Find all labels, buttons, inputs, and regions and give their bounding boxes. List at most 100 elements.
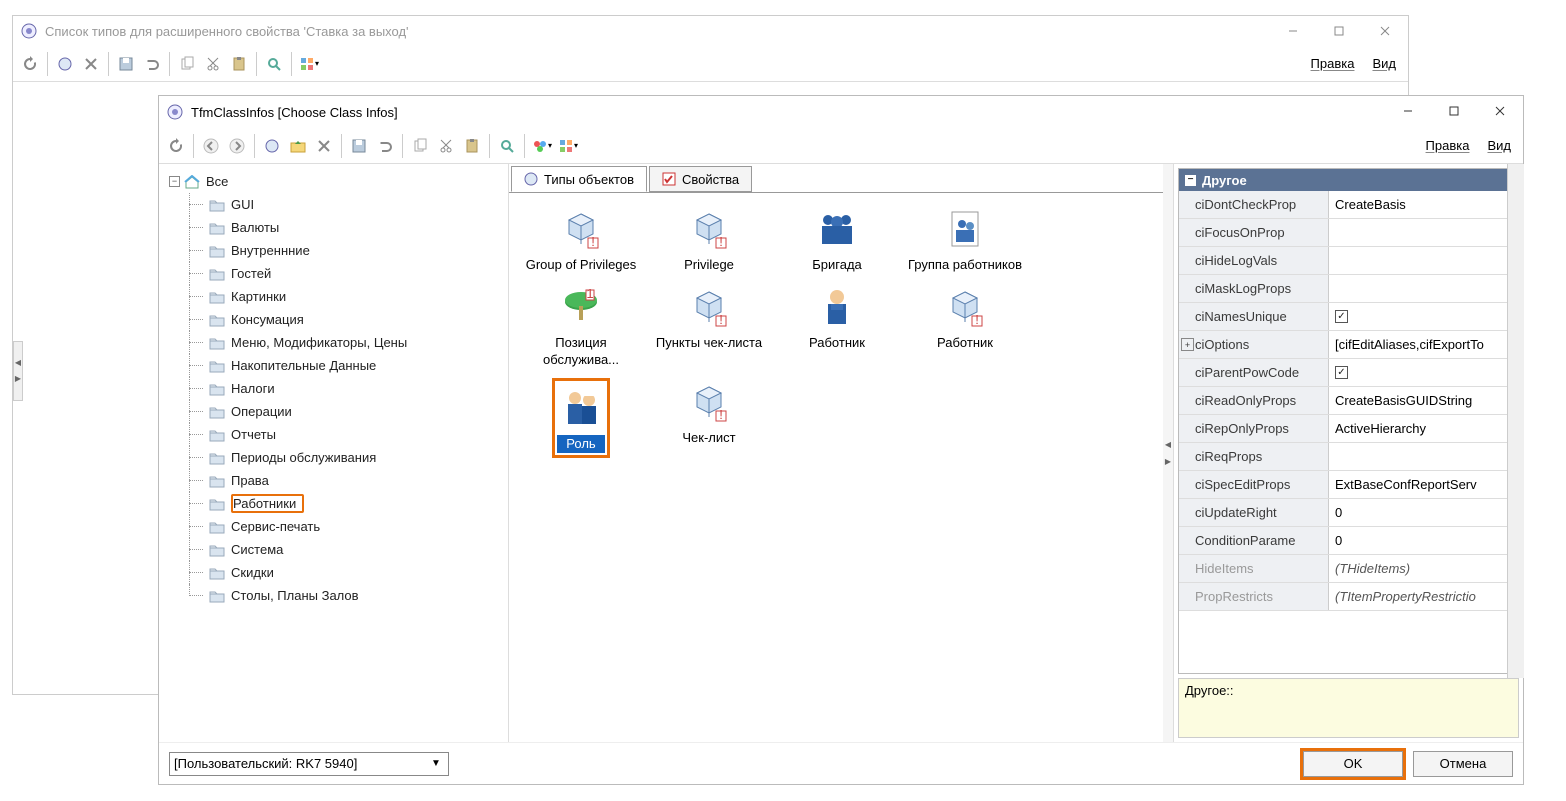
search-icon[interactable] bbox=[494, 133, 520, 159]
property-value[interactable]: CreateBasisGUIDString bbox=[1329, 387, 1518, 414]
paste-icon[interactable] bbox=[459, 133, 485, 159]
tree-item[interactable]: Консумация bbox=[181, 308, 504, 331]
menu-edit[interactable]: Правка bbox=[1311, 56, 1355, 71]
tree-item[interactable]: Сервис-печать bbox=[181, 515, 504, 538]
refresh-icon[interactable] bbox=[163, 133, 189, 159]
tree-root-row[interactable]: − Все bbox=[163, 170, 504, 193]
collapse-icon[interactable]: − bbox=[1185, 175, 1196, 186]
tree-item[interactable]: Валюты bbox=[181, 216, 504, 239]
tree-item[interactable]: Работники bbox=[181, 492, 504, 515]
property-row[interactable]: ciReqProps bbox=[1179, 443, 1518, 471]
vertical-splitter[interactable]: ◀▶ bbox=[1163, 164, 1173, 742]
property-row[interactable]: ciFocusOnProp bbox=[1179, 219, 1518, 247]
view-mode-icon[interactable]: ▾ bbox=[296, 51, 322, 77]
property-value[interactable]: 0 bbox=[1329, 499, 1518, 526]
property-row[interactable]: PropRestricts(TItemPropertyRestrictio bbox=[1179, 583, 1518, 611]
property-row[interactable]: ciUpdateRight0 bbox=[1179, 499, 1518, 527]
checkbox[interactable]: ✓ bbox=[1335, 366, 1348, 379]
object-item[interactable]: Работник bbox=[777, 283, 897, 368]
tab-object-types[interactable]: Типы объектов bbox=[511, 166, 647, 192]
paste-icon[interactable] bbox=[226, 51, 252, 77]
property-row[interactable]: ciSpecEditPropsExtBaseConfReportServ bbox=[1179, 471, 1518, 499]
tree-item[interactable]: Внутреннние bbox=[181, 239, 504, 262]
property-row[interactable]: ciMaskLogProps bbox=[1179, 275, 1518, 303]
delete-icon[interactable] bbox=[311, 133, 337, 159]
forward-icon[interactable] bbox=[224, 133, 250, 159]
prop-group-header[interactable]: − Другое bbox=[1179, 169, 1518, 191]
property-value[interactable] bbox=[1329, 247, 1518, 274]
undo-icon[interactable] bbox=[139, 51, 165, 77]
tree-item[interactable]: Система bbox=[181, 538, 504, 561]
tree-item[interactable]: Накопительные Данные bbox=[181, 354, 504, 377]
object-item[interactable]: !Чек-лист bbox=[649, 378, 769, 458]
property-row[interactable]: ciDontCheckPropCreateBasis bbox=[1179, 191, 1518, 219]
property-value[interactable]: 0 bbox=[1329, 527, 1518, 554]
tree-item[interactable]: Гостей bbox=[181, 262, 504, 285]
tree-item[interactable]: Налоги bbox=[181, 377, 504, 400]
property-value[interactable] bbox=[1329, 275, 1518, 302]
tree-item[interactable]: Отчеты bbox=[181, 423, 504, 446]
object-item[interactable]: Группа работников bbox=[905, 205, 1025, 273]
property-row[interactable]: ConditionParame0 bbox=[1179, 527, 1518, 555]
tree-item[interactable]: Периоды обслуживания bbox=[181, 446, 504, 469]
item-icon[interactable] bbox=[52, 51, 78, 77]
object-item[interactable]: !Пункты чек-листа bbox=[649, 283, 769, 368]
cut-icon[interactable] bbox=[433, 133, 459, 159]
property-value[interactable]: (TItemPropertyRestrictio bbox=[1329, 583, 1518, 610]
property-value[interactable]: ✓ bbox=[1329, 359, 1518, 386]
view-mode-icon[interactable]: ▾ bbox=[555, 133, 581, 159]
copy-icon[interactable] bbox=[407, 133, 433, 159]
menu-view[interactable]: Вид bbox=[1372, 56, 1396, 71]
property-value[interactable]: (THideItems) bbox=[1329, 555, 1518, 582]
tree-item[interactable]: Картинки bbox=[181, 285, 504, 308]
property-row[interactable]: ciHideLogVals bbox=[1179, 247, 1518, 275]
property-row[interactable]: ciReadOnlyPropsCreateBasisGUIDString bbox=[1179, 387, 1518, 415]
refresh-icon[interactable] bbox=[17, 51, 43, 77]
property-row[interactable]: ciParentPowCode✓ bbox=[1179, 359, 1518, 387]
delete-icon[interactable] bbox=[78, 51, 104, 77]
checkbox[interactable]: ✓ bbox=[1335, 310, 1348, 323]
back-icon[interactable] bbox=[198, 133, 224, 159]
copy-icon[interactable] bbox=[174, 51, 200, 77]
property-value[interactable]: [cifEditAliases,cifExportTo bbox=[1329, 331, 1518, 358]
folder-up-icon[interactable] bbox=[285, 133, 311, 159]
dialog-minimize-button[interactable] bbox=[1385, 96, 1431, 126]
property-value[interactable] bbox=[1329, 219, 1518, 246]
tree-item[interactable]: Скидки bbox=[181, 561, 504, 584]
dialog-maximize-button[interactable] bbox=[1431, 96, 1477, 126]
item-icon[interactable] bbox=[259, 133, 285, 159]
save-icon[interactable] bbox=[113, 51, 139, 77]
minimize-button[interactable] bbox=[1270, 16, 1316, 46]
tab-properties[interactable]: Свойства bbox=[649, 166, 752, 192]
object-item[interactable]: !Group of Privileges bbox=[521, 205, 641, 273]
dialog-menu-view[interactable]: Вид bbox=[1487, 138, 1511, 153]
collapse-icon[interactable]: − bbox=[169, 176, 180, 187]
splitter-handle[interactable]: ◀▶ bbox=[13, 341, 23, 401]
close-button[interactable] bbox=[1362, 16, 1408, 46]
tree-item[interactable]: GUI bbox=[181, 193, 504, 216]
object-item[interactable]: !Privilege bbox=[649, 205, 769, 273]
property-row[interactable]: ciNamesUnique✓ bbox=[1179, 303, 1518, 331]
property-value[interactable]: ExtBaseConfReportServ bbox=[1329, 471, 1518, 498]
property-row[interactable]: ciRepOnlyPropsActiveHierarchy bbox=[1179, 415, 1518, 443]
property-row[interactable]: HideItems(THideItems) bbox=[1179, 555, 1518, 583]
save-icon[interactable] bbox=[346, 133, 372, 159]
dialog-menu-edit[interactable]: Правка bbox=[1426, 138, 1470, 153]
preset-combo[interactable]: [Пользовательский: RK7 5940] ▼ bbox=[169, 752, 449, 776]
search-icon[interactable] bbox=[261, 51, 287, 77]
scrollbar[interactable] bbox=[1507, 164, 1524, 678]
cancel-button[interactable]: Отмена bbox=[1413, 751, 1513, 777]
object-item[interactable]: Бригада bbox=[777, 205, 897, 273]
color-icon[interactable]: ▾ bbox=[529, 133, 555, 159]
maximize-button[interactable] bbox=[1316, 16, 1362, 46]
tree-item[interactable]: Столы, Планы Залов bbox=[181, 584, 504, 607]
property-value[interactable]: ✓ bbox=[1329, 303, 1518, 330]
property-row[interactable]: ciOptions[cifEditAliases,cifExportTo bbox=[1179, 331, 1518, 359]
dialog-close-button[interactable] bbox=[1477, 96, 1523, 126]
object-item[interactable]: 1Позиция обслужива... bbox=[521, 283, 641, 368]
undo-icon[interactable] bbox=[372, 133, 398, 159]
object-item[interactable]: Роль bbox=[521, 378, 641, 458]
tree-item[interactable]: Права bbox=[181, 469, 504, 492]
ok-button[interactable]: OK bbox=[1303, 751, 1403, 777]
property-value[interactable] bbox=[1329, 443, 1518, 470]
